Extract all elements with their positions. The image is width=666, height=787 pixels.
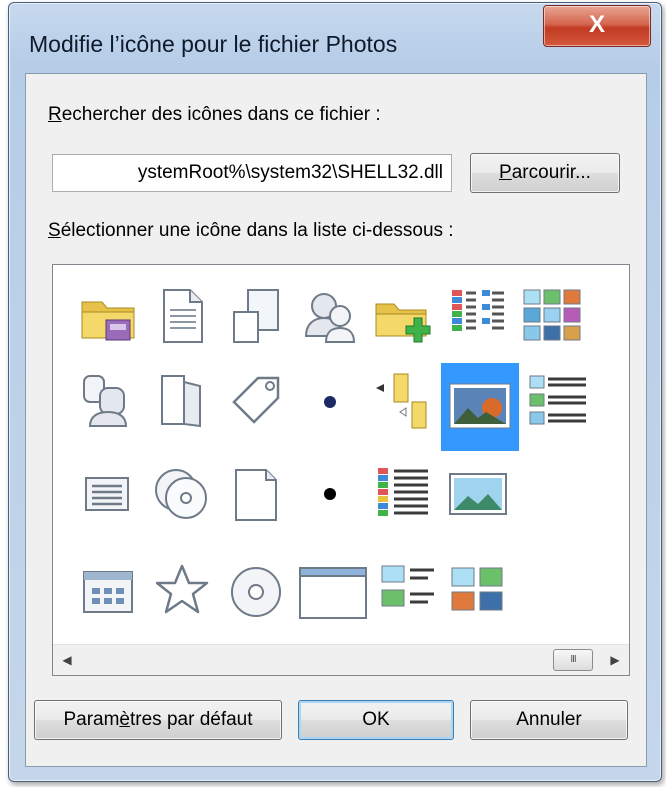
user-group-icon[interactable]: [71, 363, 145, 437]
icon-list[interactable]: ◀ III ▶: [52, 264, 630, 676]
users-icon[interactable]: [293, 279, 367, 353]
thumbnails-icon[interactable]: [515, 279, 589, 353]
scroll-left-icon[interactable]: ◀: [57, 651, 77, 669]
dialog-window: Modifie l’icône pour le fichier Photos X…: [8, 2, 662, 782]
pages-icon[interactable]: [145, 363, 219, 437]
list-view-icon[interactable]: [521, 363, 595, 437]
blank-page-icon[interactable]: [219, 457, 293, 531]
horizontal-scrollbar[interactable]: ◀ III ▶: [53, 644, 629, 675]
icon-file-path-input[interactable]: ystemRoot%\system32\SHELL32.dll: [52, 154, 452, 192]
folder-tree-icon[interactable]: [367, 363, 441, 437]
photo-selected-icon[interactable]: [441, 363, 519, 451]
image-grid-icon[interactable]: [441, 555, 515, 629]
folder-add-icon[interactable]: [367, 279, 441, 353]
browse-button[interactable]: Parcourir...: [470, 153, 620, 193]
image-list-icon[interactable]: [373, 555, 447, 629]
close-icon: X: [588, 11, 605, 38]
landscape-icon[interactable]: [441, 457, 515, 531]
dialog-title: Modifie l’icône pour le fichier Photos: [29, 31, 398, 57]
calendar-icon[interactable]: [71, 555, 145, 629]
scroll-right-icon[interactable]: ▶: [605, 651, 625, 669]
scroll-thumb[interactable]: III: [553, 649, 593, 671]
tag-icon[interactable]: [219, 363, 293, 437]
star-icon[interactable]: [145, 555, 219, 629]
cd-icon[interactable]: [219, 555, 293, 629]
restore-defaults-button[interactable]: Paramètres par défaut: [34, 700, 282, 740]
drive-folder-icon[interactable]: [71, 279, 145, 353]
details-list-icon[interactable]: [441, 279, 515, 353]
disks-icon[interactable]: [145, 457, 219, 531]
cancel-button[interactable]: Annuler: [470, 700, 628, 740]
icon-list-label: Sélectionner une icône dans la liste ci-…: [48, 220, 454, 241]
bullet-black-icon[interactable]: [293, 457, 367, 531]
bullet-navy-icon[interactable]: [293, 363, 367, 437]
resize-windows-icon[interactable]: [219, 279, 293, 353]
ok-button[interactable]: OK: [298, 700, 454, 740]
title-bar[interactable]: Modifie l’icône pour le fichier Photos X: [9, 3, 661, 73]
search-label: Rechercher des icônes dans ce fichier :: [48, 104, 381, 125]
text-lines-icon[interactable]: [71, 457, 145, 531]
dialog-body: Rechercher des icônes dans ce fichier : …: [25, 73, 647, 767]
window-icon[interactable]: [293, 555, 373, 629]
color-list-icon[interactable]: [367, 457, 441, 531]
close-button[interactable]: X: [543, 5, 651, 47]
document-icon[interactable]: [145, 279, 219, 353]
